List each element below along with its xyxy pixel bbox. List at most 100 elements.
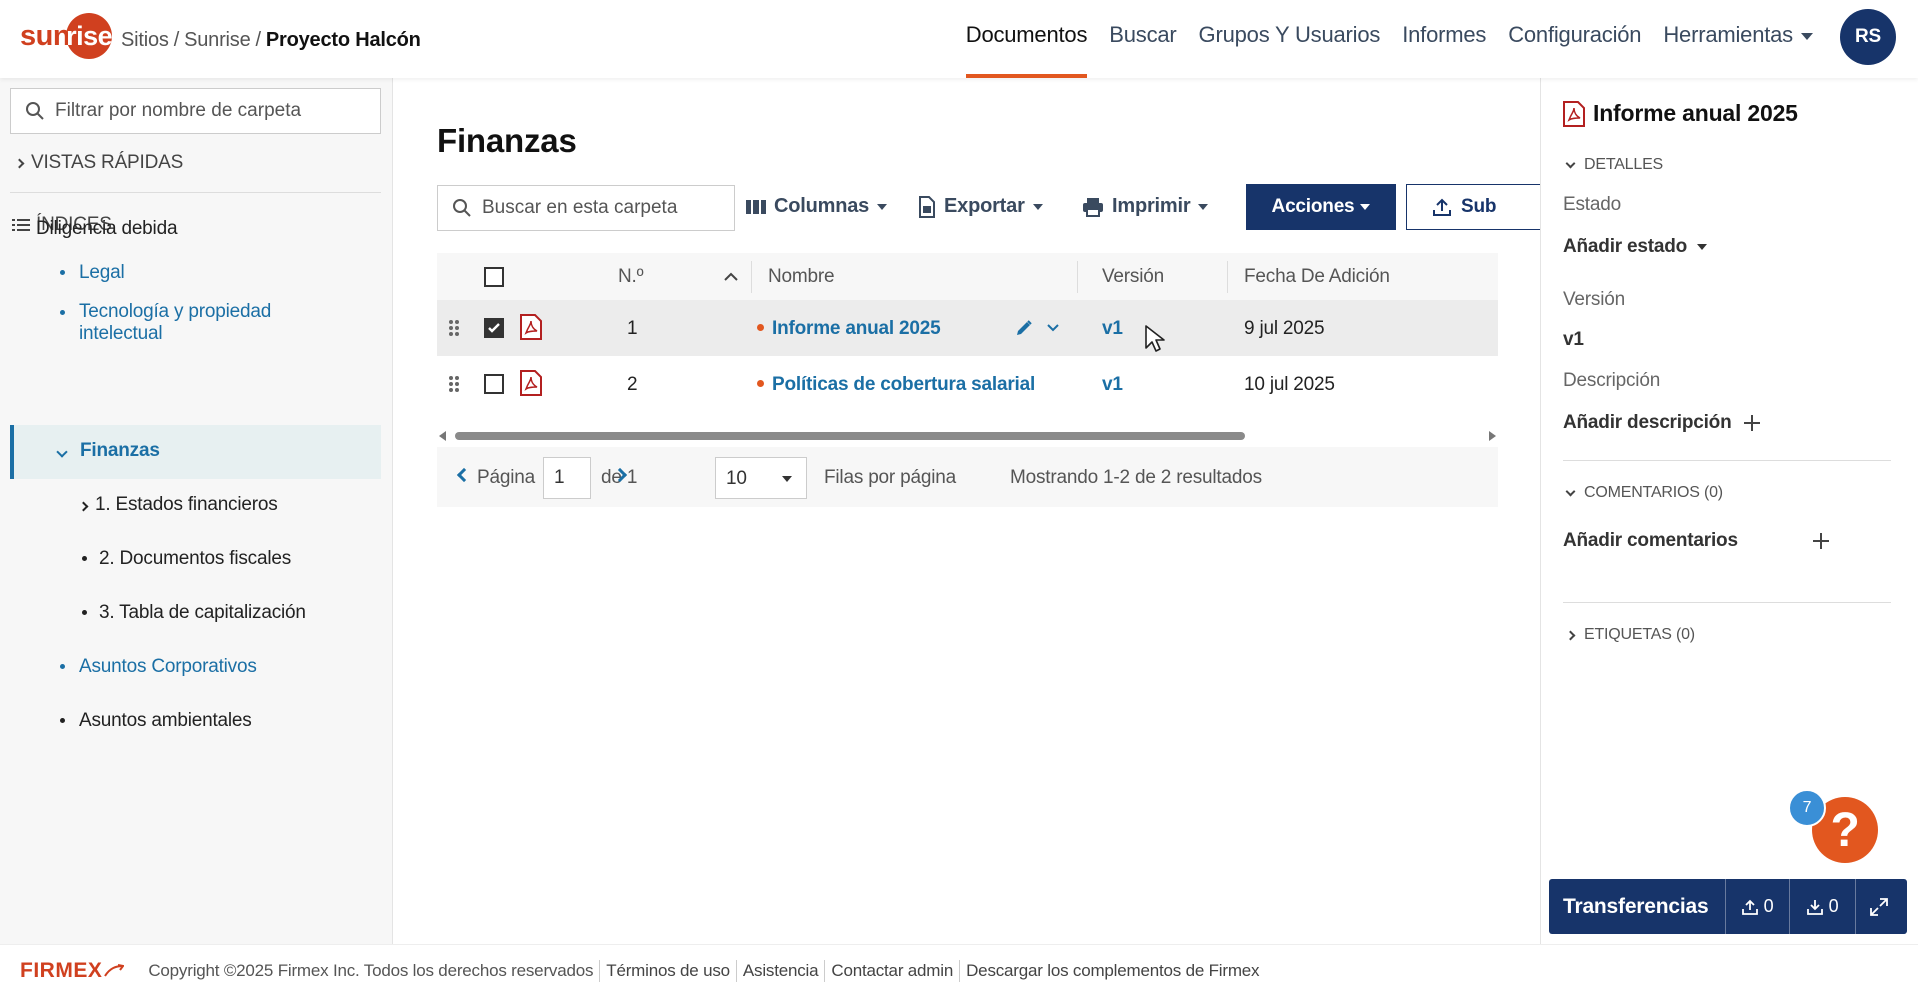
breadcrumb-sunrise[interactable]: Sunrise xyxy=(184,29,251,51)
comments-section-toggle[interactable]: COMENTARIOS (0) xyxy=(1565,484,1723,502)
expand-transfers-button[interactable] xyxy=(1855,879,1907,934)
scrollbar-thumb[interactable] xyxy=(455,432,1245,440)
row-checkbox[interactable] xyxy=(484,318,504,338)
print-button[interactable]: Imprimir xyxy=(1082,195,1209,218)
downloads-count: 0 xyxy=(1828,896,1839,916)
add-comments-button[interactable]: Añadir comentarios xyxy=(1563,530,1829,552)
col-separator xyxy=(751,261,752,293)
actions-button[interactable]: Acciones xyxy=(1246,184,1396,230)
col-header-name[interactable]: Nombre xyxy=(768,266,835,288)
sunrise-logo[interactable]: sun rise xyxy=(20,13,113,59)
nav-buscar[interactable]: Buscar xyxy=(1109,22,1176,78)
breadcrumb-sites[interactable]: Sitios xyxy=(121,29,169,51)
upload-button[interactable]: Sub xyxy=(1406,184,1540,230)
nav-herramientas[interactable]: Herramientas xyxy=(1663,22,1813,78)
breadcrumb: Sitios / Sunrise / Proyecto Halcón xyxy=(121,29,421,52)
table-row[interactable]: 2 Políticas de cobertura salarial v1 10 … xyxy=(437,356,1498,412)
tree-item-finanzas[interactable]: Finanzas xyxy=(56,440,160,462)
tree-item-diligencia[interactable]: Diligencia debida xyxy=(36,218,178,240)
add-status-dropdown[interactable]: Añadir estado xyxy=(1563,236,1708,258)
columns-button[interactable]: Columnas xyxy=(746,195,888,218)
mouse-cursor-icon xyxy=(1145,325,1165,352)
row-name-link[interactable]: Políticas de cobertura salarial xyxy=(757,374,1035,396)
nav-grupos-usuarios[interactable]: Grupos Y Usuarios xyxy=(1199,22,1381,78)
tree-item-asuntos-ambientales[interactable]: Asuntos ambientales xyxy=(60,710,252,732)
plus-icon xyxy=(1813,533,1829,549)
folder-filter-input[interactable] xyxy=(55,100,355,122)
tree-item-label: Legal xyxy=(79,262,125,283)
tree-item-legal[interactable]: Legal xyxy=(60,262,125,284)
drag-handle-icon[interactable] xyxy=(449,375,459,393)
chevron-right-icon xyxy=(14,158,25,168)
details-section-toggle[interactable]: DETALLES xyxy=(1565,156,1664,174)
chevron-down-icon xyxy=(1032,203,1043,210)
rows-per-page-label: Filas por página xyxy=(824,467,956,488)
select-all-checkbox[interactable] xyxy=(484,267,504,287)
scroll-right-icon[interactable] xyxy=(1489,431,1496,441)
rows-per-page-select[interactable]: 10 xyxy=(715,457,807,499)
add-description-button[interactable]: Añadir descripción xyxy=(1563,412,1760,434)
list-icon xyxy=(12,219,30,231)
export-icon xyxy=(919,195,935,218)
tree-item-tecnologia[interactable]: Tecnología y propiedad intelectual xyxy=(60,301,320,345)
top-header: sun rise Sitios / Sunrise / Proyecto Halcón D… xyxy=(0,0,1918,78)
page-number-input[interactable] xyxy=(543,457,591,499)
chevron-down-icon xyxy=(1697,244,1708,250)
nav-documentos[interactable]: Documentos xyxy=(965,22,1087,78)
user-avatar[interactable]: RS xyxy=(1840,9,1896,65)
footer-link-contact-admin[interactable]: Contactar admin xyxy=(831,961,953,981)
row-version-link[interactable]: v1 xyxy=(1102,374,1123,396)
export-button[interactable]: Exportar xyxy=(918,195,1043,218)
results-summary: Mostrando 1-2 de 2 resultados xyxy=(1010,467,1262,488)
col-header-version[interactable]: Versión xyxy=(1102,266,1164,288)
question-mark-icon: ? xyxy=(1830,803,1860,857)
folder-filter[interactable] xyxy=(10,88,381,134)
table-row[interactable]: 1 Informe anual 2025 v1 9 jul 2025 xyxy=(437,300,1498,356)
tree-item-estados-financieros[interactable]: 1. Estados financieros xyxy=(78,494,278,516)
page-label: Página xyxy=(477,467,535,488)
upload-icon xyxy=(1741,899,1758,915)
search-icon xyxy=(453,199,471,217)
status-label: Estado xyxy=(1563,194,1621,215)
chevron-down-icon xyxy=(1565,158,1576,168)
footer-link-support[interactable]: Asistencia xyxy=(743,961,819,981)
plus-icon xyxy=(1743,415,1760,431)
tree-item-documentos-fiscales[interactable]: 2. Documentos fiscales xyxy=(82,548,291,570)
divider xyxy=(1563,460,1891,461)
row-checkbox[interactable] xyxy=(484,374,504,394)
row-version-link[interactable]: v1 xyxy=(1102,318,1123,340)
footer-link-terms[interactable]: Términos de uso xyxy=(606,961,730,981)
chevron-down-icon[interactable] xyxy=(1047,324,1059,332)
documents-table: N.º Nombre Versión Fecha De Adición 1 In… xyxy=(437,253,1498,425)
footer-link-download-addins[interactable]: Descargar los complementos de Firmex xyxy=(966,961,1259,981)
sort-ascending-icon[interactable] xyxy=(724,272,738,281)
chevron-left-icon[interactable] xyxy=(456,467,472,483)
tree-item-asuntos-corporativos[interactable]: Asuntos Corporativos xyxy=(60,656,257,678)
transfers-label[interactable]: Transferencias xyxy=(1549,895,1725,919)
bullet-icon xyxy=(60,664,65,670)
row-num: 2 xyxy=(627,374,638,395)
col-header-date[interactable]: Fecha De Adición xyxy=(1244,266,1390,288)
bullet-icon xyxy=(82,610,87,616)
row-num: 1 xyxy=(627,318,638,339)
folder-search[interactable] xyxy=(437,185,735,231)
columns-icon xyxy=(746,199,766,214)
col-header-num[interactable]: N.º xyxy=(618,266,644,288)
downloads-count-button[interactable]: 0 xyxy=(1789,879,1855,934)
uploads-count-button[interactable]: 0 xyxy=(1725,879,1789,934)
comments-section-label: COMENTARIOS (0) xyxy=(1584,484,1723,501)
details-section-label: DETALLES xyxy=(1584,156,1664,173)
drag-handle-icon[interactable] xyxy=(449,319,459,337)
tree-item-tabla-capitalizacion[interactable]: 3. Tabla de capitalización xyxy=(82,602,306,624)
nav-informes[interactable]: Informes xyxy=(1402,22,1486,78)
horizontal-scrollbar[interactable] xyxy=(437,428,1498,442)
breadcrumb-sep: / xyxy=(255,29,262,51)
scroll-left-icon[interactable] xyxy=(439,431,446,441)
folder-search-input[interactable] xyxy=(482,197,722,219)
quick-views-toggle[interactable]: VISTAS RÁPIDAS xyxy=(14,152,397,174)
tags-section-label: ETIQUETAS (0) xyxy=(1584,626,1695,643)
row-name-link[interactable]: Informe anual 2025 xyxy=(757,318,941,340)
tags-section-toggle[interactable]: ETIQUETAS (0) xyxy=(1565,626,1695,644)
pencil-icon[interactable] xyxy=(1015,319,1033,337)
nav-configuracion[interactable]: Configuración xyxy=(1508,22,1641,78)
